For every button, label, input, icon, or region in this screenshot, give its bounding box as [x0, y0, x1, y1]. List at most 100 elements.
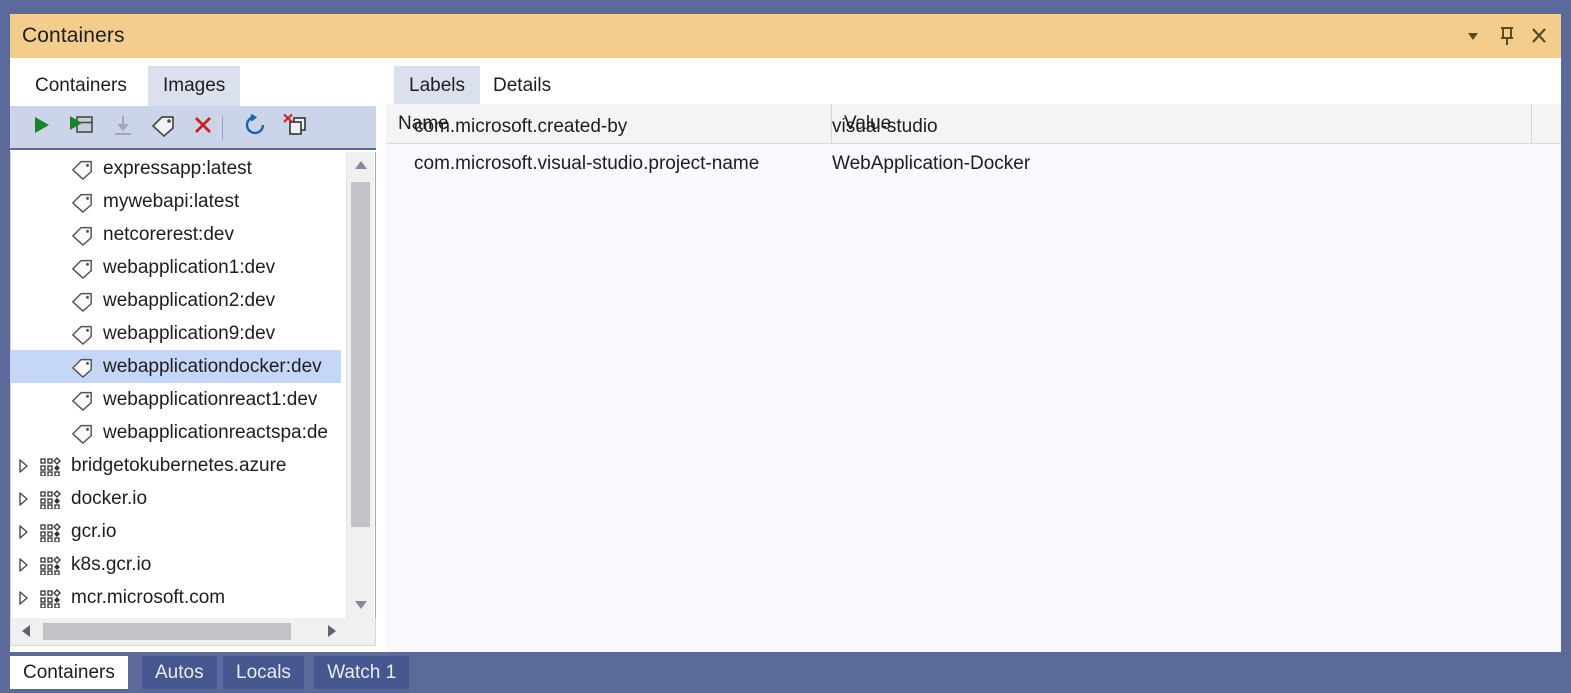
tree-item-bridgetokubernetes-azure[interactable]: bridgetokubernetes.azure [11, 449, 341, 482]
pull-button[interactable] [106, 111, 140, 143]
images-pane: Containers Images [10, 58, 376, 652]
tree-item-label: webapplicationreact1:dev [97, 389, 317, 411]
label-value-cell: WebApplication-Docker [832, 145, 1532, 182]
tab-details-label: Details [493, 75, 551, 97]
tag-icon [67, 218, 97, 251]
tree-item-webapplicationreactspa-de[interactable]: webapplicationreactspa:de [11, 416, 341, 449]
tree-item-label: webapplication9:dev [97, 323, 275, 345]
visual-studio-window-frame: Containers [0, 0, 1571, 693]
chevron-down-icon[interactable] [1459, 23, 1487, 49]
registry-icon [35, 548, 65, 581]
tree-vertical-scroll-thumb[interactable] [351, 182, 370, 527]
scroll-up-icon[interactable] [347, 152, 374, 178]
red-x-icon [191, 113, 215, 142]
refresh-icon [243, 113, 267, 142]
labels-grid: Name Value com.microsoft.created-byvisua… [386, 104, 1561, 652]
scroll-left-icon[interactable] [13, 618, 39, 644]
tree-item-label: k8s.gcr.io [65, 554, 151, 576]
tab-images-label: Images [163, 75, 225, 97]
remove-button[interactable] [186, 111, 220, 143]
tree-item-label: docker.io [65, 488, 147, 510]
images-tree-rows: expressapp:latest mywebapi:latest netcorer… [11, 152, 341, 618]
tree-item-gcr-io[interactable]: gcr.io [11, 515, 341, 548]
tree-item-netcorerest-dev[interactable]: netcorerest:dev [11, 218, 341, 251]
run-interactive-button[interactable] [64, 111, 98, 143]
tab-labels-label: Labels [409, 75, 465, 97]
table-row[interactable]: com.microsoft.visual-studio.project-name… [386, 145, 1561, 182]
bottom-tab-containers[interactable]: Containers [10, 656, 128, 689]
tree-item-label: webapplication2:dev [97, 290, 275, 312]
tab-containers-label: Containers [35, 75, 127, 97]
tag-icon [150, 113, 176, 142]
close-icon[interactable] [1525, 23, 1553, 49]
label-value-cell: visual-studio [832, 108, 1532, 145]
bottom-tab-locals[interactable]: Locals [223, 656, 304, 689]
tree-horizontal-scrollbar[interactable] [10, 618, 376, 646]
tree-item-label: bridgetokubernetes.azure [65, 455, 286, 477]
toolbar-separator [222, 116, 223, 140]
pane-splitter[interactable] [376, 58, 386, 652]
details-pane: Labels Details Name Value com.microsoft.… [386, 58, 1561, 652]
right-tab-strip: Labels Details [386, 58, 1561, 104]
tab-images[interactable]: Images [148, 66, 240, 106]
tree-item-label: netcorerest:dev [97, 224, 234, 246]
images-toolbar [10, 106, 376, 150]
registry-icon [35, 581, 65, 614]
tab-containers[interactable]: Containers [20, 66, 142, 106]
containers-tool-window: Containers [10, 14, 1561, 652]
tree-item-k8s-gcr-io[interactable]: k8s.gcr.io [11, 548, 341, 581]
prune-images-button[interactable] [278, 111, 312, 143]
chevron-right-icon[interactable] [11, 482, 35, 515]
chevron-right-icon[interactable] [11, 548, 35, 581]
refresh-button[interactable] [238, 111, 272, 143]
registry-icon [35, 482, 65, 515]
tree-item-mywebapi-latest[interactable]: mywebapi:latest [11, 185, 341, 218]
page-title: Containers [22, 24, 125, 48]
tree-item-webapplicationreact1-dev[interactable]: webapplicationreact1:dev [11, 383, 341, 416]
tag-icon [67, 152, 97, 185]
left-tab-strip: Containers Images [10, 58, 376, 106]
chevron-right-icon[interactable] [11, 581, 35, 614]
registry-icon [35, 449, 65, 482]
tree-item-label: mywebapi:latest [97, 191, 239, 213]
tag-icon [67, 284, 97, 317]
tool-window-title-bar: Containers [10, 14, 1561, 58]
bottom-tab-label: Containers [23, 662, 115, 684]
tree-item-label: expressapp:latest [97, 158, 252, 180]
run-button[interactable] [24, 111, 58, 143]
tag-icon [67, 383, 97, 416]
scroll-right-icon[interactable] [319, 618, 345, 644]
tab-details[interactable]: Details [478, 66, 566, 106]
bottom-tab-watch-1[interactable]: Watch 1 [314, 656, 409, 689]
registry-icon [35, 515, 65, 548]
scroll-down-icon[interactable] [347, 592, 374, 618]
run-window-icon [68, 113, 94, 142]
label-name-cell: com.microsoft.created-by [414, 108, 844, 145]
images-tree[interactable]: expressapp:latest mywebapi:latest netcorer… [10, 152, 376, 618]
tab-labels[interactable]: Labels [394, 66, 480, 106]
tree-horizontal-scroll-thumb[interactable] [43, 623, 291, 640]
download-arrow-icon [112, 113, 134, 142]
tree-item-docker-io[interactable]: docker.io [11, 482, 341, 515]
pin-icon[interactable] [1493, 23, 1521, 49]
chevron-right-icon[interactable] [11, 515, 35, 548]
tree-item-webapplication2-dev[interactable]: webapplication2:dev [11, 284, 341, 317]
bottom-tab-label: Locals [236, 662, 291, 684]
tree-vertical-scrollbar[interactable] [346, 152, 374, 618]
tag-icon [67, 185, 97, 218]
table-row[interactable]: com.microsoft.created-byvisual-studio [386, 108, 1561, 145]
tree-item-webapplicationdocker-dev[interactable]: webapplicationdocker:dev [11, 350, 341, 383]
bottom-tab-label: Watch 1 [327, 662, 396, 684]
play-icon [29, 113, 53, 142]
tree-item-label: webapplicationdocker:dev [97, 356, 322, 378]
bottom-tab-autos[interactable]: Autos [142, 656, 217, 689]
tree-item-mcr-microsoft-com[interactable]: mcr.microsoft.com [11, 581, 341, 614]
tag-button[interactable] [146, 111, 180, 143]
tree-item-expressapp-latest[interactable]: expressapp:latest [11, 152, 341, 185]
tree-item-webapplication9-dev[interactable]: webapplication9:dev [11, 317, 341, 350]
tree-item-webapplication1-dev[interactable]: webapplication1:dev [11, 251, 341, 284]
chevron-right-icon[interactable] [11, 449, 35, 482]
tree-item-label: mcr.microsoft.com [65, 587, 225, 609]
label-name-cell: com.microsoft.visual-studio.project-name [414, 145, 844, 182]
tree-item-label: gcr.io [65, 521, 116, 543]
